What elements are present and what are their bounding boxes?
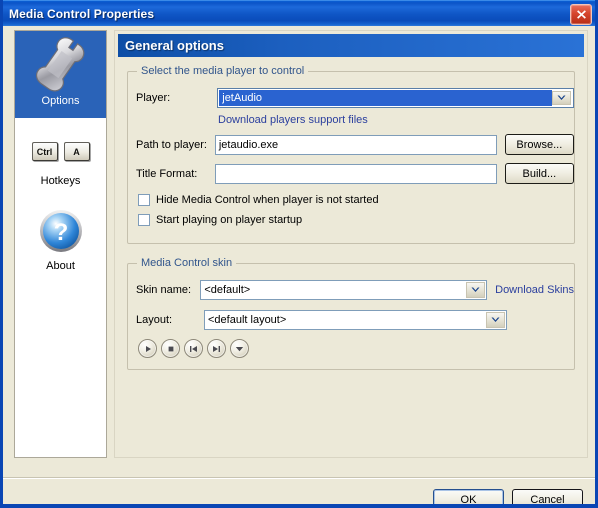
- ctrl-a-keycaps-icon: Ctrl A: [15, 142, 106, 161]
- transport-buttons: [138, 339, 574, 358]
- browse-button[interactable]: Browse...: [504, 134, 574, 155]
- stop-icon[interactable]: [161, 339, 180, 358]
- title-format-row: Title Format: Build...: [136, 163, 574, 184]
- dialog-client-area: Options Ctrl A Hotkeys ? About General o…: [3, 26, 595, 504]
- chevron-down-icon[interactable]: [486, 312, 505, 328]
- ok-button[interactable]: OK: [433, 489, 504, 504]
- download-skins-link[interactable]: Download Skins: [495, 284, 574, 296]
- question-mark-icon: ?: [15, 208, 106, 254]
- layout-row: Layout: <default layout>: [136, 310, 574, 330]
- sidebar-item-options[interactable]: Options: [15, 31, 106, 118]
- skin-group: Media Control skin Skin name: <default> …: [127, 257, 575, 370]
- player-label: Player:: [136, 92, 171, 104]
- hide-media-control-label: Hide Media Control when player is not st…: [156, 194, 379, 206]
- download-players-row: Download players support files: [218, 114, 574, 126]
- dialog-window: Media Control Properties Options Ctrl A …: [0, 0, 598, 508]
- download-players-link[interactable]: Download players support files: [218, 114, 368, 126]
- svg-text:?: ?: [53, 219, 68, 246]
- skin-name-label: Skin name:: [136, 284, 192, 296]
- chevron-down-icon[interactable]: [230, 339, 249, 358]
- player-select-value: jetAudio: [219, 90, 552, 106]
- path-to-player-input[interactable]: jetaudio.exe: [214, 134, 497, 155]
- path-to-player-value: jetaudio.exe: [218, 138, 279, 151]
- play-icon[interactable]: [138, 339, 157, 358]
- content-panel: General options Select the media player …: [114, 30, 588, 458]
- skin-name-select[interactable]: <default>: [200, 280, 488, 300]
- path-to-player-row: Path to player: jetaudio.exe Browse...: [136, 134, 574, 155]
- keycap-a: A: [63, 142, 90, 161]
- title-format-label: Title Format:: [136, 167, 198, 180]
- footer-separator: [3, 477, 595, 479]
- build-button[interactable]: Build...: [504, 163, 574, 184]
- layout-label: Layout:: [136, 314, 173, 326]
- skin-name-row: Skin name: <default> Download Skins: [136, 280, 574, 300]
- player-row: Player: jetAudio: [136, 88, 574, 108]
- next-track-icon[interactable]: [207, 339, 226, 358]
- chevron-down-icon[interactable]: [552, 91, 571, 105]
- title-bar[interactable]: Media Control Properties: [3, 0, 595, 26]
- layout-value: <default layout>: [208, 314, 287, 326]
- window-title: Media Control Properties: [9, 6, 155, 21]
- layout-select[interactable]: <default layout>: [204, 310, 507, 330]
- close-icon[interactable]: [570, 4, 592, 25]
- player-group: Select the media player to control Playe…: [127, 65, 575, 244]
- start-playing-label: Start playing on player startup: [156, 214, 303, 226]
- footer-buttons: OK Cancel: [433, 489, 583, 504]
- sidebar-item-about[interactable]: ? About: [15, 194, 106, 279]
- sidebar-item-label-about: About: [46, 260, 75, 272]
- title-format-input[interactable]: [214, 163, 497, 184]
- player-select[interactable]: jetAudio: [217, 88, 574, 108]
- skin-name-value: <default>: [204, 284, 251, 296]
- cancel-button[interactable]: Cancel: [512, 489, 583, 504]
- sidebar-item-label-options: Options: [41, 95, 80, 107]
- hide-media-control-checkbox-row[interactable]: Hide Media Control when player is not st…: [138, 194, 574, 206]
- wrench-icon: [15, 35, 106, 93]
- path-to-player-label: Path to player:: [136, 138, 207, 151]
- previous-track-icon[interactable]: [184, 339, 203, 358]
- sidebar: Options Ctrl A Hotkeys ? About: [14, 30, 107, 458]
- start-playing-checkbox-row[interactable]: Start playing on player startup: [138, 214, 574, 226]
- skin-group-title: Media Control skin: [137, 257, 237, 269]
- sidebar-item-hotkeys[interactable]: Ctrl A Hotkeys: [15, 118, 106, 194]
- player-group-title: Select the media player to control: [137, 65, 309, 77]
- page-title: General options: [125, 38, 224, 53]
- hide-media-control-checkbox[interactable]: [138, 194, 150, 206]
- keycap-ctrl: Ctrl: [31, 142, 58, 161]
- panel-header: General options: [118, 34, 584, 57]
- sidebar-item-label-hotkeys: Hotkeys: [40, 175, 81, 187]
- chevron-down-icon[interactable]: [466, 282, 486, 298]
- start-playing-checkbox[interactable]: [138, 214, 150, 226]
